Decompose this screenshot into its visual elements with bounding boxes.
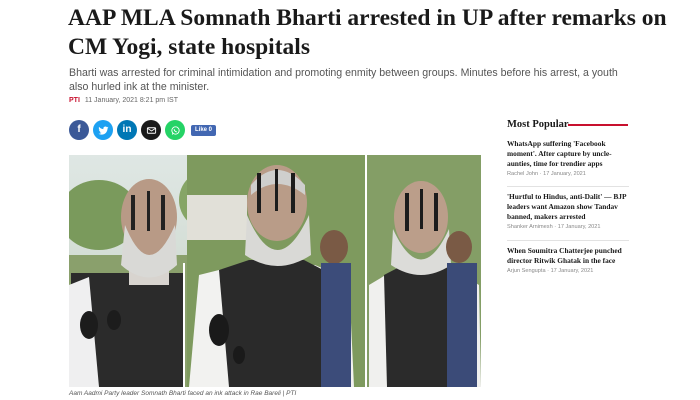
popular-item-meta: Rachel John · 17 January, 2021 <box>507 171 586 177</box>
popular-item[interactable]: 'Hurtful to Hindus, anti-Dalit' — BJP le… <box>507 192 629 230</box>
popular-item-author: Arjun Sengupta <box>507 268 546 274</box>
headline-line-2: CM Yogi, state hospitals <box>68 34 310 60</box>
popular-item-title[interactable]: WhatsApp suffering 'Facebook moment'. Af… <box>507 139 629 169</box>
popular-item-date: 17 January, 2021 <box>543 171 586 177</box>
whatsapp-icon <box>170 125 180 135</box>
headline-line-1: AAP MLA Somnath Bharti arrested in UP af… <box>68 5 667 31</box>
share-bar: f in Like 0 <box>69 120 217 140</box>
twitter-icon <box>97 126 109 135</box>
facebook-like-button[interactable]: Like 0 <box>191 124 217 136</box>
photo-caption: Aam Aadmi Party leader Somnath Bharti fa… <box>69 390 297 397</box>
popular-item-author: Shanker Arnimesh <box>507 224 553 230</box>
article-photo <box>69 155 481 387</box>
facebook-share-button[interactable]: f <box>69 120 89 140</box>
envelope-icon <box>146 126 156 134</box>
byline-agency[interactable]: PTI <box>69 97 80 104</box>
like-label: Like 0 <box>195 126 213 133</box>
popular-item[interactable]: When Soumitra Chatterjee punched directo… <box>507 246 629 274</box>
byline-date: 11 January, 2021 8:21 pm IST <box>84 97 178 104</box>
article-headline: AAP MLA Somnath Bharti arrested in UP af… <box>68 4 688 62</box>
whatsapp-share-button[interactable] <box>165 120 185 140</box>
popular-item-title[interactable]: When Soumitra Chatterjee punched directo… <box>507 246 629 266</box>
most-popular-heading: Most Popular <box>507 119 569 130</box>
twitter-share-button[interactable] <box>93 120 113 140</box>
divider <box>507 240 629 241</box>
popular-item-date: 17 January, 2021 <box>557 224 601 230</box>
popular-item-meta: Arjun Sengupta · 17 January, 2021 <box>507 268 594 274</box>
email-share-button[interactable] <box>141 120 161 140</box>
popular-item[interactable]: WhatsApp suffering 'Facebook moment'. Af… <box>507 139 629 177</box>
linkedin-share-button[interactable]: in <box>117 120 137 140</box>
popular-item-meta: Shanker Arnimesh · 17 January, 2021 <box>507 224 601 230</box>
heading-accent-rule <box>568 124 628 126</box>
byline: PTI 11 January, 2021 8:21 pm IST <box>69 97 178 104</box>
article-standfirst: Bharti was arrested for criminal intimid… <box>69 67 618 93</box>
linkedin-icon: in <box>122 124 132 135</box>
divider <box>507 186 629 187</box>
popular-item-date: 17 January, 2021 <box>550 268 594 274</box>
popular-item-title[interactable]: 'Hurtful to Hindus, anti-Dalit' — BJP le… <box>507 192 629 222</box>
facebook-icon: f <box>77 124 81 135</box>
popular-item-author: Rachel John <box>507 171 539 177</box>
